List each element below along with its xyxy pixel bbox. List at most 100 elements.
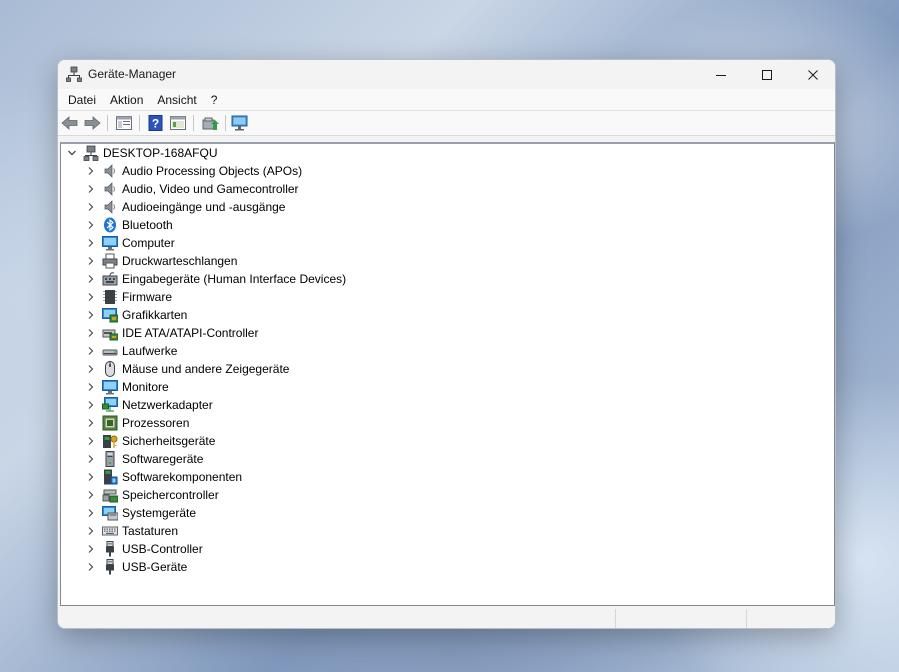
tree-item[interactable]: Mäuse und andere Zeigegeräte xyxy=(61,360,831,378)
maximize-icon xyxy=(762,69,772,80)
chevron-down-icon[interactable] xyxy=(67,148,77,158)
tree-item[interactable]: Netzwerkadapter xyxy=(61,396,831,414)
show-hide-console-tree-button[interactable] xyxy=(114,114,134,132)
tree-item[interactable]: Tastaturen xyxy=(61,522,831,540)
scan-hardware-button[interactable] xyxy=(230,114,250,132)
chevron-right-icon[interactable] xyxy=(86,544,96,554)
tree-item[interactable]: Prozessoren xyxy=(61,414,831,432)
tree-item-label: Systemgeräte xyxy=(122,506,197,520)
close-icon xyxy=(808,69,818,80)
monitor-icon xyxy=(102,379,118,395)
tree-item[interactable]: Computer xyxy=(61,234,831,252)
chevron-right-icon[interactable] xyxy=(86,472,96,482)
tree-item[interactable]: Sicherheitsgeräte xyxy=(61,432,831,450)
tree-item[interactable]: Monitore xyxy=(61,378,831,396)
menu-datei[interactable]: Datei xyxy=(61,89,103,111)
tree-item-label: Sicherheitsgeräte xyxy=(122,434,216,448)
maximize-button[interactable] xyxy=(744,60,790,89)
tree-item[interactable]: Grafikkarten xyxy=(61,306,831,324)
tree-item[interactable]: USB-Geräte xyxy=(61,558,831,576)
chevron-right-icon[interactable] xyxy=(86,202,96,212)
tree-item[interactable]: Eingabegeräte (Human Interface Devices) xyxy=(61,270,831,288)
tree-item-label: Prozessoren xyxy=(122,416,190,430)
chevron-right-icon[interactable] xyxy=(86,166,96,176)
tree-item[interactable]: Audio Processing Objects (APOs) xyxy=(61,162,831,180)
tree-item-label: Computer xyxy=(122,236,175,250)
properties-button[interactable] xyxy=(168,114,188,132)
tree-root[interactable]: DESKTOP-168AFQU xyxy=(61,144,831,162)
tree-item[interactable]: Speichercontroller xyxy=(61,486,831,504)
chevron-right-icon[interactable] xyxy=(86,526,96,536)
chevron-right-icon[interactable] xyxy=(86,382,96,392)
menu-aktion[interactable]: Aktion xyxy=(103,89,150,111)
forward-button[interactable] xyxy=(82,114,102,132)
title-bar[interactable]: Geräte-Manager xyxy=(58,60,835,89)
network-adapter-icon xyxy=(102,397,118,413)
tree-item-label: Tastaturen xyxy=(122,524,179,538)
chevron-right-icon[interactable] xyxy=(86,184,96,194)
chevron-right-icon[interactable] xyxy=(86,256,96,266)
mouse-icon xyxy=(102,361,118,377)
processor-icon xyxy=(102,415,118,431)
tree-item-label: Audioeingänge und -ausgänge xyxy=(122,200,286,214)
hid-icon xyxy=(102,271,118,287)
chevron-right-icon[interactable] xyxy=(86,508,96,518)
status-cell xyxy=(746,609,835,628)
tree-item[interactable]: Firmware xyxy=(61,288,831,306)
properties-icon xyxy=(170,116,186,130)
tree-item[interactable]: Laufwerke xyxy=(61,342,831,360)
software-component-icon xyxy=(102,469,118,485)
tree-item[interactable]: Softwaregeräte xyxy=(61,450,831,468)
usb-icon xyxy=(102,541,118,557)
chevron-right-icon[interactable] xyxy=(86,274,96,284)
tree-item[interactable]: Bluetooth xyxy=(61,216,831,234)
tree-item-label: Audio, Video und Gamecontroller xyxy=(122,182,299,196)
device-tree[interactable]: DESKTOP-168AFQU Audio Processing Objects… xyxy=(60,142,835,606)
tree-item[interactable]: Audio, Video und Gamecontroller xyxy=(61,180,831,198)
back-button[interactable] xyxy=(60,114,80,132)
chevron-right-icon[interactable] xyxy=(86,418,96,428)
device-manager-app-icon xyxy=(66,66,82,82)
toolbar-separator xyxy=(107,115,108,131)
toolbar: ? xyxy=(58,111,835,136)
chevron-right-icon[interactable] xyxy=(86,346,96,356)
close-button[interactable] xyxy=(790,60,835,89)
chevron-right-icon[interactable] xyxy=(86,220,96,230)
chevron-right-icon[interactable] xyxy=(86,364,96,374)
drive-icon xyxy=(102,343,118,359)
update-driver-button[interactable] xyxy=(200,114,220,132)
tree-item-label: USB-Geräte xyxy=(122,560,188,574)
tree-item-label: Softwarekomponenten xyxy=(122,470,243,484)
keyboard-icon xyxy=(102,523,118,539)
tree-item[interactable]: IDE ATA/ATAPI-Controller xyxy=(61,324,831,342)
tree-item[interactable]: Softwarekomponenten xyxy=(61,468,831,486)
bluetooth-icon xyxy=(102,217,118,233)
minimize-button[interactable] xyxy=(698,60,744,89)
tree-item[interactable]: USB-Controller xyxy=(61,540,831,558)
chevron-right-icon[interactable] xyxy=(86,328,96,338)
chevron-right-icon[interactable] xyxy=(86,490,96,500)
help-button[interactable]: ? xyxy=(146,114,166,132)
chevron-right-icon[interactable] xyxy=(86,238,96,248)
chevron-right-icon[interactable] xyxy=(86,310,96,320)
usb-icon xyxy=(102,559,118,575)
tree-item[interactable]: Systemgeräte xyxy=(61,504,831,522)
chevron-right-icon[interactable] xyxy=(86,562,96,572)
forward-icon xyxy=(84,116,101,130)
toolbar-separator xyxy=(225,115,226,131)
minimize-icon xyxy=(716,74,726,76)
chevron-right-icon[interactable] xyxy=(86,400,96,410)
toolbar-separator xyxy=(193,115,194,131)
software-device-icon xyxy=(102,451,118,467)
tree-item-label: Netzwerkadapter xyxy=(122,398,213,412)
chevron-right-icon[interactable] xyxy=(86,436,96,446)
chevron-right-icon[interactable] xyxy=(86,292,96,302)
menu-help[interactable]: ? xyxy=(204,89,225,111)
tree-item-label: Laufwerke xyxy=(122,344,178,358)
chevron-right-icon[interactable] xyxy=(86,454,96,464)
status-bar xyxy=(58,607,835,628)
update-driver-icon xyxy=(202,117,219,130)
tree-item[interactable]: Druckwarteschlangen xyxy=(61,252,831,270)
tree-item[interactable]: Audioeingänge und -ausgänge xyxy=(61,198,831,216)
menu-ansicht[interactable]: Ansicht xyxy=(150,89,203,111)
